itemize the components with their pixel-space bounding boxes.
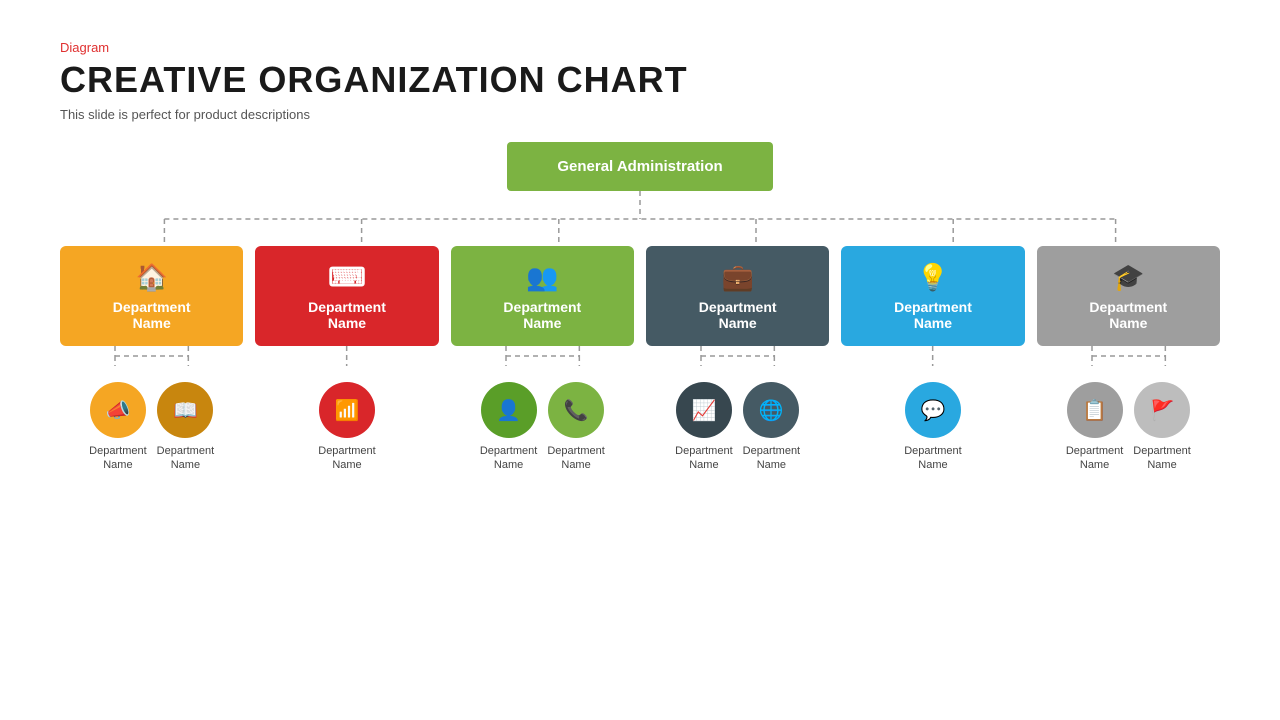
dept4-sub-row: 📈 DepartmentName 🌐 DepartmentName [675,382,800,473]
sub-label-5a: DepartmentName [904,444,961,473]
dept-box-2: ⌨ DepartmentName [255,246,438,346]
sub-item-3a: 👤 DepartmentName [480,382,537,473]
dept3-sub-connectors [451,346,634,366]
sub-label-3a: DepartmentName [480,444,537,473]
dept2-sub-row: 📶 DepartmentName [318,382,375,473]
sub-item-4b: 🌐 DepartmentName [743,382,800,473]
sub-label-3b: DepartmentName [547,444,604,473]
chart-area: General Administration [60,142,1220,473]
sub-label-4b: DepartmentName [743,444,800,473]
sub-label-6a: DepartmentName [1066,444,1123,473]
keyboard-icon: ⌨ [328,262,366,293]
chat-icon: 💬 [905,382,961,438]
top-node-label: General Administration [557,158,722,175]
dept6-sub-connectors [1037,346,1220,366]
wifi-icon: 📶 [319,382,375,438]
sub-item-3b: 📞 DepartmentName [547,382,604,473]
sub-item-6b: 🚩 DepartmentName [1133,382,1190,473]
dept-label-5: DepartmentName [894,299,972,331]
dept-box-6: 🎓 DepartmentName [1037,246,1220,346]
sub-item-6a: 📋 DepartmentName [1066,382,1123,473]
dept-label-2: DepartmentName [308,299,386,331]
top-connectors-svg [60,191,1220,246]
dept2-sub-connectors [255,346,438,366]
sub-item-1b: 📖 DepartmentName [157,382,214,473]
dept-col-6: 🎓 DepartmentName 📋 DepartmentN [1037,246,1220,473]
flag-icon: 🚩 [1134,382,1190,438]
main-title: CREATIVE ORGANIZATION CHART [60,59,1220,101]
sub-item-5a: 💬 DepartmentName [904,382,961,473]
sub-item-4a: 📈 DepartmentName [675,382,732,473]
dept-box-4: 💼 DepartmentName [646,246,829,346]
sub-label-1a: DepartmentName [89,444,146,473]
header: Diagram CREATIVE ORGANIZATION CHART This… [60,40,1220,122]
dept1-sub-row: 📣 DepartmentName 📖 DepartmentName [89,382,214,473]
megaphone-icon: 📣 [90,382,146,438]
globe-icon: 🌐 [743,382,799,438]
chart-icon: 📈 [676,382,732,438]
dept-label-6: DepartmentName [1089,299,1167,331]
dept3-sub-row: 👤 DepartmentName 📞 DepartmentName [480,382,605,473]
dept-col-4: 💼 DepartmentName 📈 DepartmentN [646,246,829,473]
dept-box-5: 💡 DepartmentName [841,246,1024,346]
dept-col-5: 💡 DepartmentName 💬 DepartmentName [841,246,1024,473]
dept-col-2: ⌨ DepartmentName 📶 DepartmentName [255,246,438,473]
page: Diagram CREATIVE ORGANIZATION CHART This… [0,0,1280,720]
sub-label-1b: DepartmentName [157,444,214,473]
subtitle: This slide is perfect for product descri… [60,107,1220,122]
dept-label-4: DepartmentName [699,299,777,331]
people-icon: 👥 [526,262,558,293]
clipboard-icon: 📋 [1067,382,1123,438]
lightbulb-icon: 💡 [917,262,949,293]
sub-label-4a: DepartmentName [675,444,732,473]
dept-box-3: 👥 DepartmentName [451,246,634,346]
dept4-sub-connectors [646,346,829,366]
sub-item-1a: 📣 DepartmentName [89,382,146,473]
dept-col-1: 🏠 DepartmentName 📣 DepartmentN [60,246,243,473]
briefcase-icon: 💼 [721,262,753,293]
dept6-sub-row: 📋 DepartmentName 🚩 DepartmentName [1066,382,1191,473]
graduation-icon: 🎓 [1112,262,1144,293]
sub-item-2a: 📶 DepartmentName [318,382,375,473]
dept5-sub-connectors [841,346,1024,366]
dept-box-1: 🏠 DepartmentName [60,246,243,346]
dept5-sub-row: 💬 DepartmentName [904,382,961,473]
diagram-label: Diagram [60,40,1220,55]
dept-label-1: DepartmentName [113,299,191,331]
dept1-sub-connectors [60,346,243,366]
phone-icon: 📞 [548,382,604,438]
book-icon: 📖 [157,382,213,438]
sub-label-2a: DepartmentName [318,444,375,473]
top-node: General Administration [507,142,772,191]
dept-col-3: 👥 DepartmentName 👤 DepartmentN [451,246,634,473]
sub-label-6b: DepartmentName [1133,444,1190,473]
dept-row: 🏠 DepartmentName 📣 DepartmentN [60,246,1220,473]
home-icon: 🏠 [135,262,167,293]
person-icon: 👤 [481,382,537,438]
dept-label-3: DepartmentName [503,299,581,331]
